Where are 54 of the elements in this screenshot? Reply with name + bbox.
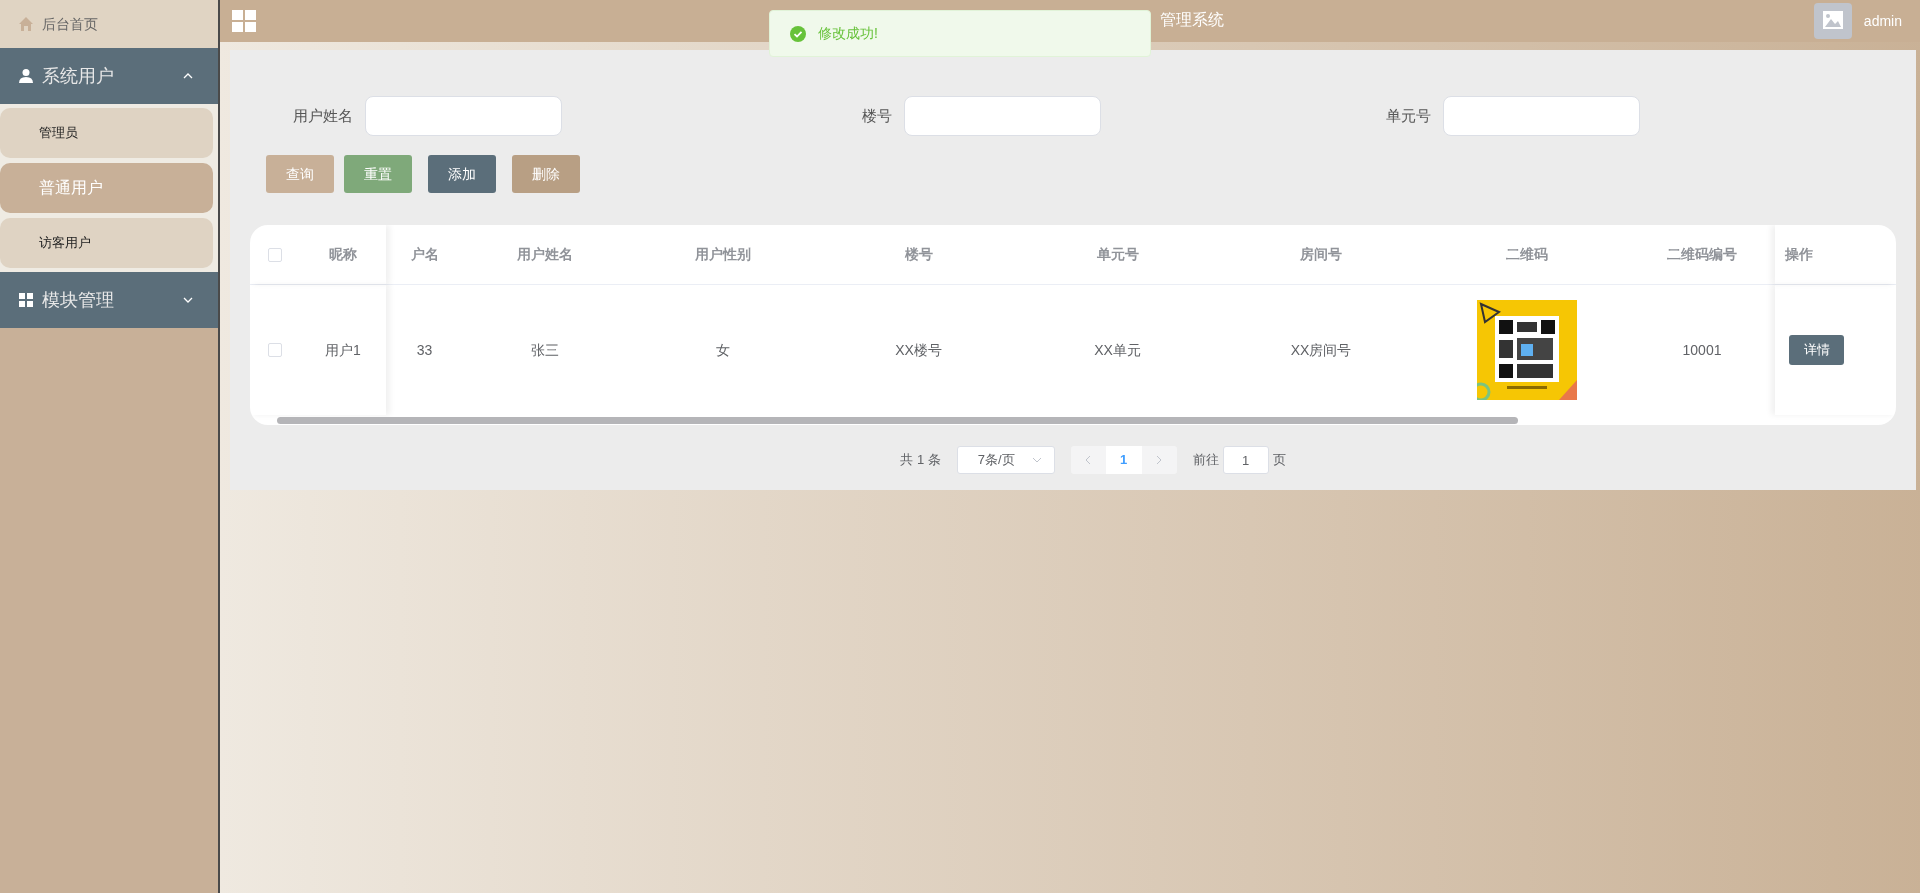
column-header: 二维码编号: [1666, 245, 1738, 264]
scrollbar[interactable]: [277, 417, 1518, 424]
column-header: 操作: [1785, 245, 1813, 264]
previous-page-button[interactable]: [1070, 446, 1106, 474]
table-cell-text: XX单元: [1094, 340, 1141, 360]
table-cell-text: 用户1: [324, 340, 362, 360]
table-cell-text: 女: [716, 340, 730, 360]
checkbox[interactable]: [268, 247, 282, 262]
person-icon: [18, 68, 34, 84]
add-button[interactable]: 添加: [428, 155, 496, 193]
field-label: 单元号: [1385, 105, 1431, 126]
column-header: 用户性别: [694, 245, 752, 264]
table-cell-text: 10001: [1682, 340, 1722, 360]
column-header: 户名: [409, 245, 440, 264]
next-page-button[interactable]: [1141, 446, 1177, 474]
page-suffix: 页: [1272, 451, 1286, 470]
column-header: 单元号: [1095, 245, 1140, 264]
column-header: 用户姓名: [515, 245, 574, 264]
column-header: 二维码: [1504, 245, 1549, 264]
text-input-field[interactable]: [365, 96, 562, 136]
app-title: 管理系统: [1160, 10, 1224, 30]
page-input-field[interactable]: 1: [1222, 446, 1269, 474]
column-header: 昵称: [328, 245, 358, 264]
text-input-field[interactable]: [1443, 96, 1640, 136]
details-button[interactable]: 详情: [1789, 335, 1844, 365]
checkbox[interactable]: [268, 343, 282, 357]
reset-button[interactable]: 重置: [344, 155, 412, 193]
check-circle-icon: [790, 25, 806, 42]
goto-label: 前往: [1192, 451, 1219, 470]
table-cell-text: XX房间号: [1290, 340, 1352, 360]
chevron-down-icon: [1031, 457, 1042, 463]
table-cell-text: 33: [416, 340, 433, 360]
column-header: 楼号: [903, 245, 934, 264]
grid-icon[interactable]: [232, 10, 256, 32]
table-cell-text: 张三: [530, 340, 559, 360]
menu-group-header[interactable]: 模块管理: [0, 272, 218, 328]
field-label: 楼号: [861, 105, 892, 126]
chevron-right-icon: [1155, 455, 1164, 465]
grid-icon: [18, 292, 34, 308]
submenu-item[interactable]: 管理员: [0, 108, 213, 158]
column-header: 房间号: [1299, 245, 1343, 264]
table-cell-text: XX楼号: [895, 340, 942, 360]
avatar-image-icon[interactable]: [1813, 3, 1852, 39]
home-icon: [18, 16, 34, 32]
text-input-field[interactable]: [904, 96, 1101, 136]
page-number[interactable]: 1: [1105, 446, 1142, 474]
page-size-select[interactable]: 7条/页: [956, 446, 1055, 474]
home-menu-item[interactable]: 后台首页: [0, 0, 218, 48]
menu-group-header[interactable]: 系统用户: [0, 48, 218, 104]
field-label: 用户姓名: [292, 105, 353, 126]
total-count: 共 1 条: [900, 451, 941, 470]
toast-message: 修改成功!: [818, 24, 878, 43]
chevron-left-icon: [1084, 455, 1093, 465]
submenu-item[interactable]: 访客用户: [0, 218, 213, 268]
